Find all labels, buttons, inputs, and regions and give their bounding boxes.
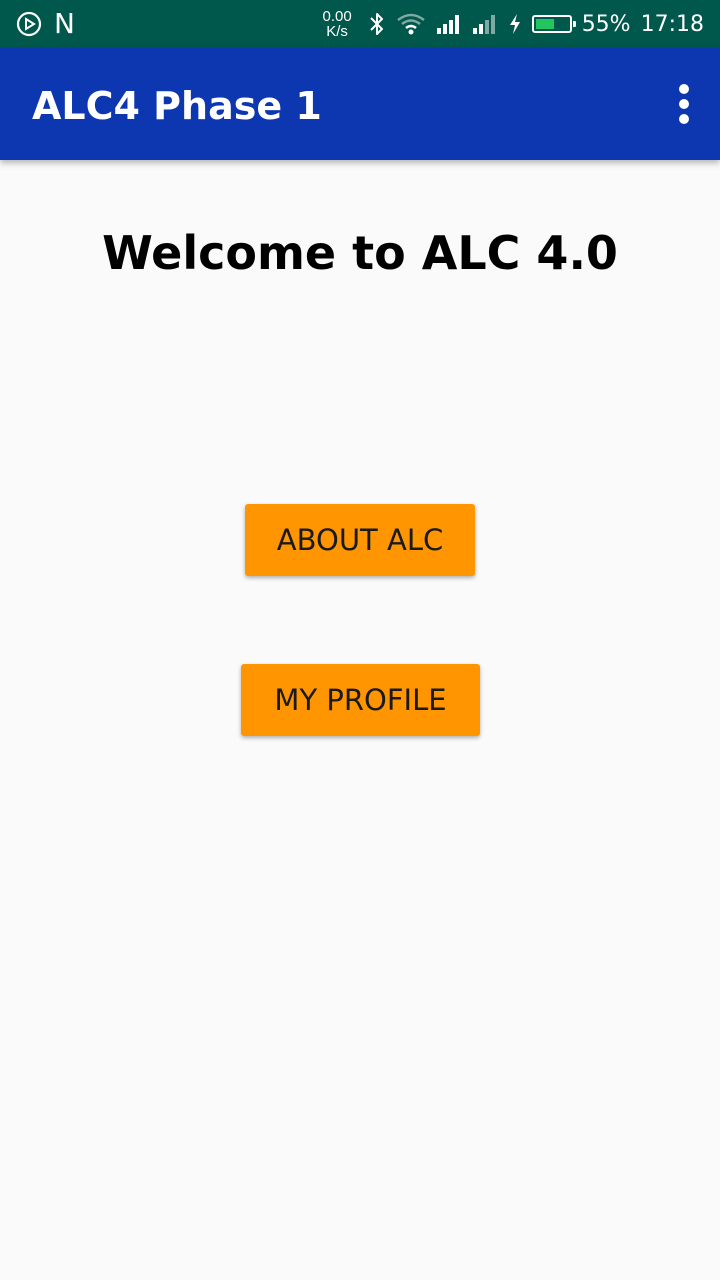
- n-icon: N: [54, 7, 75, 40]
- battery-level: [535, 19, 554, 29]
- about-alc-button[interactable]: ABOUT ALC: [245, 504, 475, 576]
- my-profile-button[interactable]: MY PROFILE: [241, 664, 480, 736]
- network-speed: 0.00 K/s: [322, 9, 351, 39]
- status-bar-right: 0.00 K/s 55% 17:18: [322, 0, 704, 48]
- status-bar: N 0.00 K/s 55% 17:18: [0, 0, 720, 48]
- menu-dot: [679, 99, 689, 109]
- more-vert-icon[interactable]: [676, 84, 692, 124]
- app-bar: ALC4 Phase 1: [0, 48, 720, 160]
- app-title: ALC4 Phase 1: [32, 84, 322, 128]
- wifi-icon: [396, 12, 426, 36]
- bluetooth-icon: [368, 11, 386, 37]
- charging-icon: [508, 13, 522, 35]
- battery-icon: [531, 15, 576, 33]
- status-bar-left: N: [16, 0, 75, 48]
- signal-weak-icon: [472, 13, 498, 35]
- menu-dot: [679, 114, 689, 124]
- welcome-heading: Welcome to ALC 4.0: [102, 226, 618, 280]
- network-speed-value: 0.00: [322, 8, 352, 25]
- signal-icon: [436, 13, 462, 35]
- network-speed-unit: K/s: [326, 23, 348, 40]
- menu-dot: [679, 84, 689, 94]
- play-circle-icon: [16, 11, 42, 37]
- clock: 17:18: [640, 11, 704, 37]
- battery-percent: 55%: [581, 11, 631, 37]
